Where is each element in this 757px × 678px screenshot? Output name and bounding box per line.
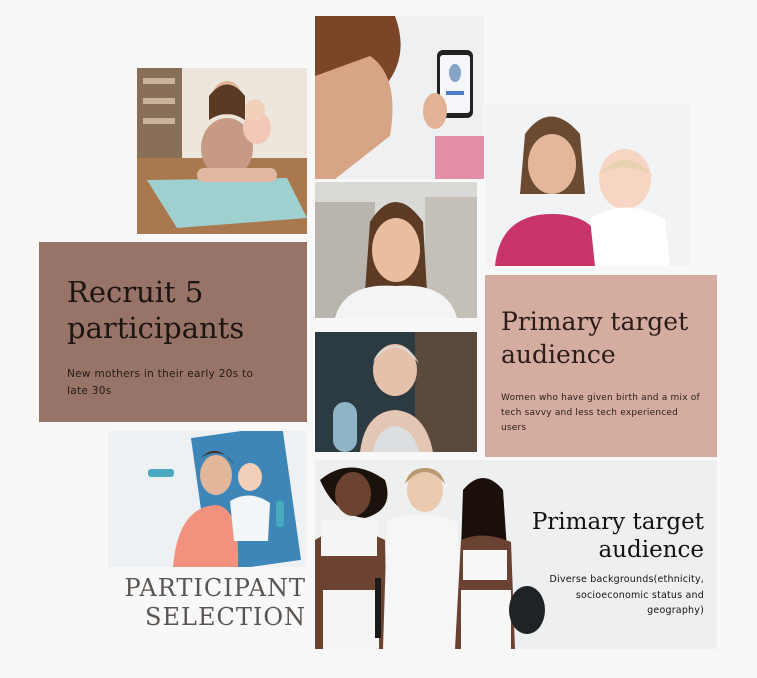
photo-woman-holding-phone [315,16,484,179]
diversity-caption: Primary target audience Diverse backgrou… [520,508,704,619]
photo-woman-with-yoga-mat [315,332,477,452]
primary-target-title-line-2: audience [501,340,616,369]
diversity-title: Primary target audience [520,508,704,564]
recruit-description: New mothers in their early 20s to late 3… [67,368,254,397]
recruit-card: Recruit 5 participants New mothers in th… [39,242,307,422]
primary-target-card: Primary target audience Women who have g… [485,275,717,457]
section-title-line-1: PARTICIPANT [124,574,306,602]
section-title: PARTICIPANT SELECTION [108,574,306,632]
photo-woman-smiling [315,182,477,318]
section-title-line-2: SELECTION [145,603,306,631]
diversity-title-line-2: audience [598,537,704,563]
diversity-title-line-1: Primary target [531,509,704,535]
primary-target-title-line-1: Primary target [501,307,689,336]
photo-mother-baby-yoga-mat [137,68,307,234]
photo-mother-holding-baby [485,104,691,266]
diversity-description: Diverse backgrounds(ethnicity, socioecon… [549,574,704,616]
primary-target-description: Women who have given birth and a mix of … [501,393,700,433]
primary-target-title: Primary target audience [501,305,688,371]
recruit-title-line-2: participants [67,311,245,345]
recruit-title-line-1: Recruit 5 [67,275,204,309]
photo-mother-baby-workout [108,431,306,567]
recruit-title: Recruit 5 participants [67,274,244,346]
